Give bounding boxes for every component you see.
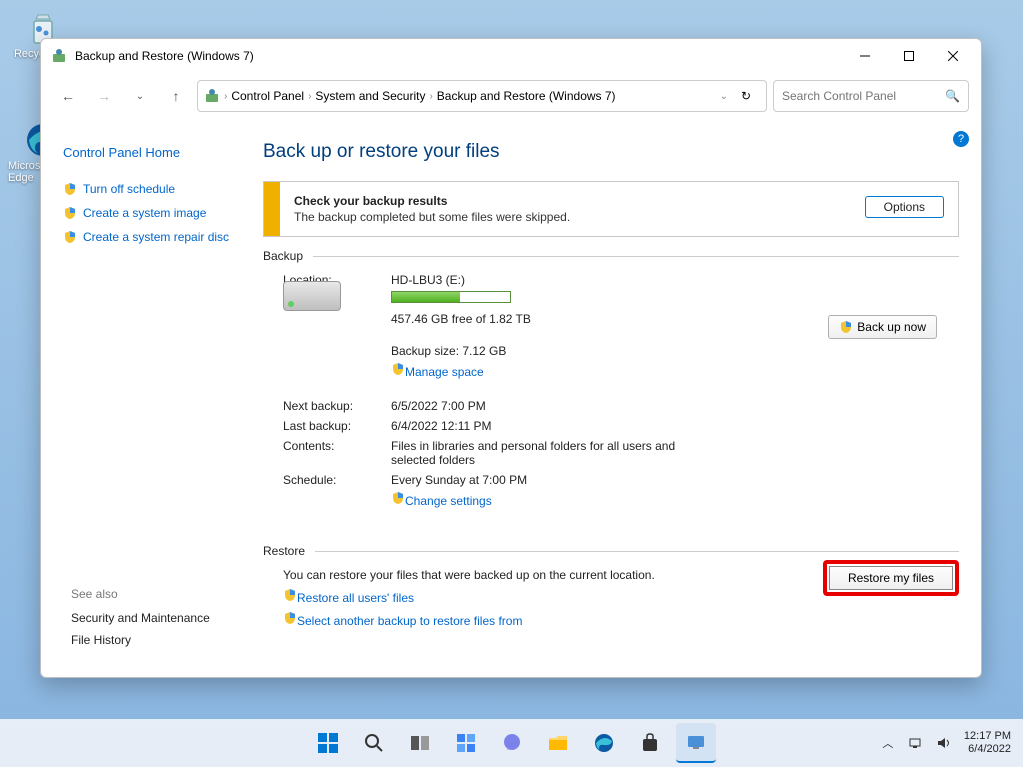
contents-label: Contents: [283, 439, 391, 467]
sidebar-turn-off-schedule[interactable]: Turn off schedule [63, 182, 263, 196]
minimize-button[interactable] [843, 42, 887, 70]
seealso-file-history[interactable]: File History [71, 633, 210, 647]
maximize-button[interactable] [887, 42, 931, 70]
restore-all-link[interactable]: Restore all users' files [297, 591, 414, 605]
backup-size: Backup size: 7.12 GB [391, 344, 959, 358]
close-button[interactable] [931, 42, 975, 70]
last-backup-value: 6/4/2022 12:11 PM [391, 419, 959, 433]
refresh-button[interactable]: ↻ [732, 82, 760, 110]
drive-icon [283, 281, 341, 311]
backup-now-button[interactable]: Back up now [828, 315, 937, 339]
options-button[interactable]: Options [865, 196, 944, 218]
search-box[interactable]: 🔍 [773, 80, 969, 112]
app-icon [51, 48, 67, 64]
shield-icon [391, 491, 405, 505]
tray-volume-icon[interactable] [936, 735, 952, 751]
chevron-right-icon: › [308, 91, 311, 102]
backup-alert: Check your backup results The backup com… [263, 181, 959, 237]
taskbar-taskview[interactable] [400, 723, 440, 763]
restore-other-link[interactable]: Select another backup to restore files f… [297, 614, 522, 628]
control-panel-window: Backup and Restore (Windows 7) ← → ⌄ ↑ ›… [40, 38, 982, 678]
contents-value: Files in libraries and personal folders … [391, 439, 721, 467]
taskbar-edge[interactable] [584, 723, 624, 763]
seealso-security[interactable]: Security and Maintenance [71, 611, 210, 625]
search-icon[interactable]: 🔍 [945, 89, 960, 103]
shield-icon [63, 182, 77, 196]
restore-my-files-button[interactable]: Restore my files [829, 566, 953, 590]
location-value: HD-LBU3 (E:) [391, 273, 959, 287]
page-title: Back up or restore your files [263, 141, 959, 163]
alert-title: Check your backup results [294, 194, 447, 208]
up-button[interactable]: ↑ [161, 81, 191, 111]
taskbar-clock[interactable]: 12:17 PM 6/4/2022 [964, 730, 1011, 756]
schedule-label: Schedule: [283, 473, 391, 508]
main-panel: Back up or restore your files Check your… [263, 127, 959, 667]
restore-highlight: Restore my files [823, 560, 959, 596]
chevron-right-icon: › [429, 91, 432, 102]
alert-body: The backup completed but some files were… [294, 210, 944, 224]
alert-bar [264, 182, 280, 236]
crumb-system-security[interactable]: System and Security [315, 89, 425, 103]
window-title: Backup and Restore (Windows 7) [75, 49, 843, 63]
taskbar-file-explorer[interactable] [538, 723, 578, 763]
back-button[interactable]: ← [53, 81, 83, 111]
shield-icon [283, 611, 297, 625]
taskbar-search[interactable] [354, 723, 394, 763]
start-button[interactable] [308, 723, 348, 763]
sidebar-create-repair-disc[interactable]: Create a system repair disc [63, 230, 263, 244]
tray-network-icon[interactable] [908, 735, 924, 751]
schedule-value: Every Sunday at 7:00 PM [391, 473, 959, 487]
space-progress [391, 291, 511, 303]
shield-icon [63, 230, 77, 244]
crumb-backup-restore[interactable]: Backup and Restore (Windows 7) [437, 89, 616, 103]
taskbar-widgets[interactable] [446, 723, 486, 763]
next-backup-label: Next backup: [283, 399, 391, 413]
recent-dropdown[interactable]: ⌄ [125, 81, 155, 111]
taskbar-chat[interactable] [492, 723, 532, 763]
taskbar[interactable]: ︿ 12:17 PM 6/4/2022 [0, 719, 1023, 767]
see-also-header: See also [71, 587, 210, 601]
forward-button[interactable]: → [89, 81, 119, 111]
sidebar-create-system-image[interactable]: Create a system image [63, 206, 263, 220]
see-also: See also Security and Maintenance File H… [71, 587, 210, 655]
control-panel-home-link[interactable]: Control Panel Home [63, 145, 263, 160]
chevron-down-icon[interactable]: ⌄ [720, 91, 728, 102]
tray-chevron-up-icon[interactable]: ︿ [880, 735, 896, 751]
breadcrumb[interactable]: › Control Panel › System and Security › … [197, 80, 767, 112]
titlebar[interactable]: Backup and Restore (Windows 7) [41, 39, 981, 73]
taskbar-control-panel[interactable] [676, 723, 716, 763]
shield-icon [391, 362, 405, 376]
manage-space-link[interactable]: Manage space [405, 365, 484, 379]
shield-icon [63, 206, 77, 220]
crumb-control-panel[interactable]: Control Panel [231, 89, 304, 103]
shield-icon [283, 588, 297, 602]
chevron-right-icon: › [224, 91, 227, 102]
backup-header: Backup [263, 249, 313, 263]
last-backup-label: Last backup: [283, 419, 391, 433]
taskbar-store[interactable] [630, 723, 670, 763]
search-input[interactable] [782, 89, 945, 103]
navbar: ← → ⌄ ↑ › Control Panel › System and Sec… [41, 73, 981, 119]
restore-header: Restore [263, 544, 315, 558]
breadcrumb-icon [204, 88, 220, 104]
shield-icon [839, 320, 853, 334]
next-backup-value: 6/5/2022 7:00 PM [391, 399, 959, 413]
change-settings-link[interactable]: Change settings [405, 494, 492, 508]
sidebar: Control Panel Home Turn off schedule Cre… [63, 127, 263, 667]
